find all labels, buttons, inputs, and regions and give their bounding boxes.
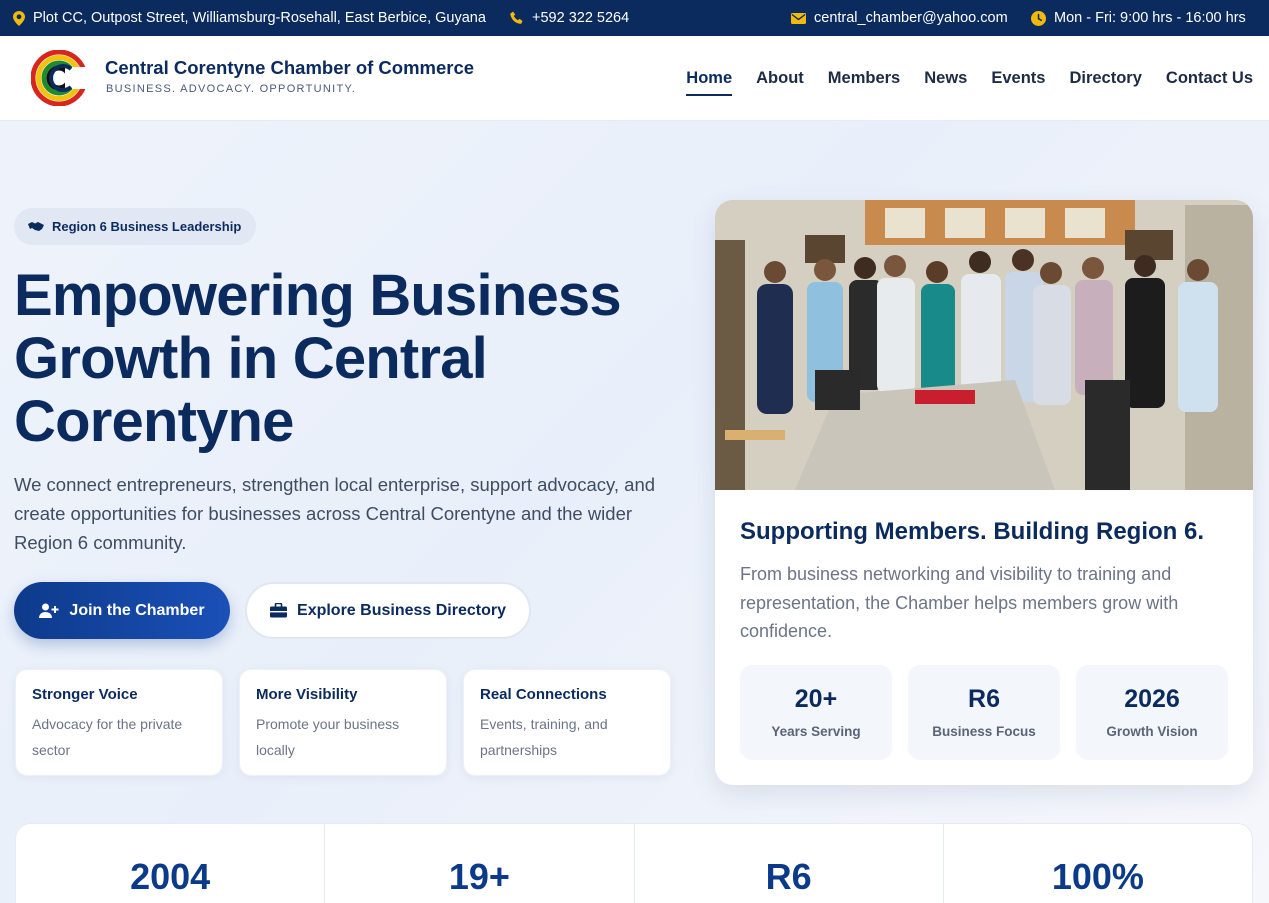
- highlight-desc: Events, training, and partnerships: [480, 716, 608, 758]
- nav-events[interactable]: Events: [991, 69, 1045, 88]
- highlight-desc: Promote your business locally: [256, 716, 400, 758]
- stat-cell: R6: [635, 824, 944, 903]
- highlight-desc: Advocacy for the private sector: [32, 716, 183, 758]
- address-text: Plot CC, Outpost Street, Williamsburg-Ro…: [33, 10, 486, 26]
- highlight-title: Real Connections: [480, 686, 607, 703]
- feature-card-description: From business networking and visibility …: [740, 564, 1179, 641]
- region-badge-label: Region 6 Business Leadership: [52, 219, 242, 234]
- nav-news[interactable]: News: [924, 69, 967, 88]
- user-plus-icon: [39, 603, 59, 619]
- feature-stat: 2026 Growth Vision: [1076, 665, 1228, 760]
- feature-stat-label: Years Serving: [771, 724, 861, 739]
- nav-directory[interactable]: Directory: [1069, 69, 1141, 88]
- feature-stat-label: Business Focus: [932, 724, 1036, 739]
- members-group-photo: [715, 200, 1253, 490]
- address-item: Plot CC, Outpost Street, Williamsburg-Ro…: [13, 0, 486, 36]
- feature-stat: R6 Business Focus: [908, 665, 1060, 760]
- stat-cell: 19+: [325, 824, 635, 903]
- chamber-logo[interactable]: [30, 49, 89, 107]
- stat-value: R6: [765, 856, 812, 897]
- highlight-card: Stronger Voice Advocacy for the private …: [15, 669, 223, 776]
- nav-home[interactable]: Home: [686, 69, 732, 96]
- briefcase-icon: [270, 603, 288, 618]
- stat-cell: 100%: [944, 824, 1252, 903]
- nav-about[interactable]: About: [756, 69, 804, 88]
- join-chamber-button[interactable]: Join the Chamber: [14, 582, 230, 639]
- phone-item[interactable]: +592 322 5264: [510, 0, 629, 36]
- highlight-title: More Visibility: [256, 686, 358, 703]
- explore-directory-button[interactable]: Explore Business Directory: [245, 582, 531, 639]
- feature-stat-value: 2026: [1124, 685, 1180, 713]
- feature-stat-value: 20+: [794, 685, 838, 713]
- main-nav: Home About Members News Events Directory…: [662, 36, 1253, 121]
- handshake-icon: [28, 221, 44, 233]
- stat-value: 100%: [1051, 856, 1144, 897]
- stat-value: 19+: [448, 856, 510, 897]
- hero-title: Empowering Business Growth in Central Co…: [14, 263, 622, 454]
- feature-card-title: Supporting Members. Building Region 6.: [740, 518, 1205, 545]
- region-badge: Region 6 Business Leadership: [14, 208, 256, 245]
- phone-icon: [510, 11, 524, 25]
- envelope-icon: [791, 12, 806, 24]
- email-item[interactable]: central_chamber@yahoo.com: [791, 0, 1008, 36]
- highlight-card: More Visibility Promote your business lo…: [239, 669, 447, 776]
- feature-card: Supporting Members. Building Region 6. F…: [715, 200, 1253, 785]
- site-header: Central Corentyne Chamber of Commerce BU…: [0, 36, 1269, 121]
- top-info-bar: Plot CC, Outpost Street, Williamsburg-Ro…: [0, 0, 1269, 36]
- feature-stat-label: Growth Vision: [1106, 724, 1198, 739]
- hero-description: We connect entrepreneurs, strengthen loc…: [14, 474, 656, 553]
- feature-stat-value: R6: [968, 685, 1000, 713]
- phone-text[interactable]: +592 322 5264: [532, 10, 629, 26]
- highlight-title: Stronger Voice: [32, 686, 138, 703]
- nav-contact[interactable]: Contact Us: [1166, 69, 1253, 88]
- nav-members[interactable]: Members: [828, 69, 900, 88]
- feature-stat: 20+ Years Serving: [740, 665, 892, 760]
- explore-directory-label: Explore Business Directory: [297, 601, 506, 619]
- highlight-card: Real Connections Events, training, and p…: [463, 669, 671, 776]
- map-pin-icon: [13, 10, 25, 26]
- email-text[interactable]: central_chamber@yahoo.com: [814, 10, 1008, 26]
- hours-text: Mon - Fri: 9:00 hrs - 16:00 hrs: [1054, 10, 1246, 26]
- stats-bar: 2004 19+ R6 100%: [15, 823, 1253, 903]
- stat-cell: 2004: [16, 824, 326, 903]
- brand-name[interactable]: Central Corentyne Chamber of Commerce: [105, 57, 474, 79]
- hours-item: Mon - Fri: 9:00 hrs - 16:00 hrs: [1031, 0, 1246, 36]
- brand-tagline: BUSINESS. ADVOCACY. OPPORTUNITY.: [106, 83, 357, 95]
- clock-icon: [1031, 10, 1046, 26]
- stat-value: 2004: [130, 856, 211, 897]
- join-chamber-label: Join the Chamber: [69, 601, 205, 619]
